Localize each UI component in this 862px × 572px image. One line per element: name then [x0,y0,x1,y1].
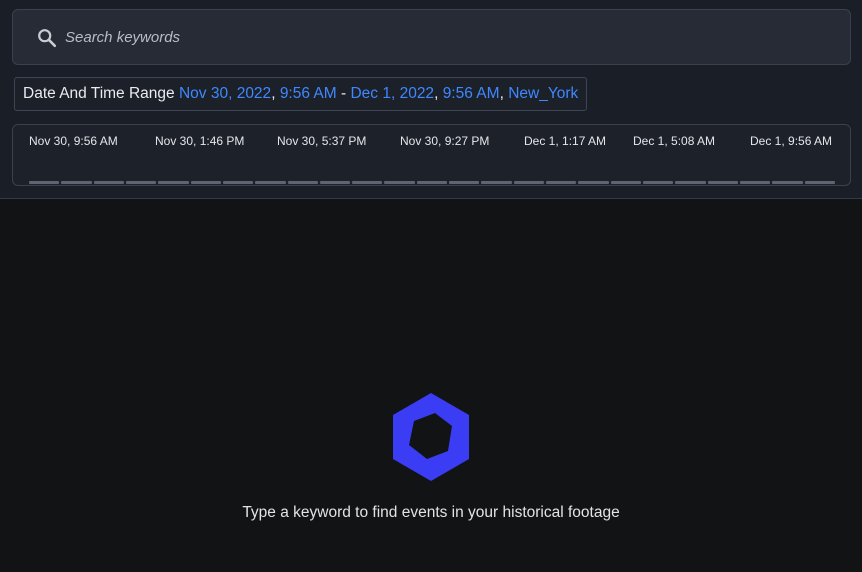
search-input[interactable] [65,10,835,64]
timeline[interactable]: Nov 30, 9:56 AM Nov 30, 1:46 PM Nov 30, … [12,124,851,186]
hexagon-logo-icon [393,393,469,481]
timeline-tick: Dec 1, 5:08 AM [633,134,716,148]
range-end-date[interactable]: Dec 1, 2022 [350,85,434,103]
timeline-tick: Nov 30, 5:37 PM [277,134,367,148]
timeline-segment[interactable] [93,181,124,184]
timeline-tick: Dec 1, 9:56 AM [750,134,833,148]
timeline-segment[interactable] [675,181,706,184]
empty-state-message: Type a keyword to find events in your hi… [242,504,620,521]
empty-state: Type a keyword to find events in your hi… [0,200,862,572]
timeline-tick: Nov 30, 9:56 AM [29,134,118,148]
timeline-segment[interactable] [449,181,480,184]
timeline-tick: Nov 30, 1:46 PM [155,134,245,148]
timeline-segment[interactable] [384,181,415,184]
range-label: Date And Time Range [23,85,175,102]
search-box[interactable] [12,9,851,65]
range-start-time[interactable]: 9:56 AM [280,85,337,103]
timeline-track[interactable] [29,181,835,185]
timeline-tick: Nov 30, 9:27 PM [400,134,490,148]
timeline-tick: Dec 1, 1:17 AM [524,134,607,148]
range-end-time[interactable]: 9:56 AM [443,85,500,103]
timeline-segment[interactable] [610,181,641,184]
timeline-segment[interactable] [642,181,674,184]
timeline-segment[interactable] [255,181,286,184]
timeline-segment[interactable] [416,181,448,184]
timeline-segment[interactable] [61,181,92,184]
timeline-segment[interactable] [287,181,318,184]
timeline-segment[interactable] [190,181,221,184]
search-icon [38,29,57,48]
timeline-segment[interactable] [546,181,577,184]
timeline-segment[interactable] [772,181,803,184]
search-panel: Date And Time Range Nov 30, 2022 , 9:56 … [0,0,862,199]
range-start-date[interactable]: Nov 30, 2022 [179,85,271,103]
timeline-segment[interactable] [707,181,738,184]
timeline-segment[interactable] [804,181,835,184]
timeline-segment[interactable] [481,181,512,184]
date-time-range[interactable]: Date And Time Range Nov 30, 2022 , 9:56 … [14,77,588,111]
timeline-segment[interactable] [158,181,189,184]
timeline-segment[interactable] [513,181,544,184]
timeline-segment[interactable] [578,181,609,184]
timeline-segment[interactable] [125,181,157,184]
range-timezone[interactable]: New_York [508,85,578,103]
timeline-segment[interactable] [739,181,771,184]
timeline-segment[interactable] [222,181,254,184]
timeline-segment[interactable] [352,181,383,184]
timeline-segment[interactable] [29,181,60,184]
timeline-segment[interactable] [319,181,351,184]
